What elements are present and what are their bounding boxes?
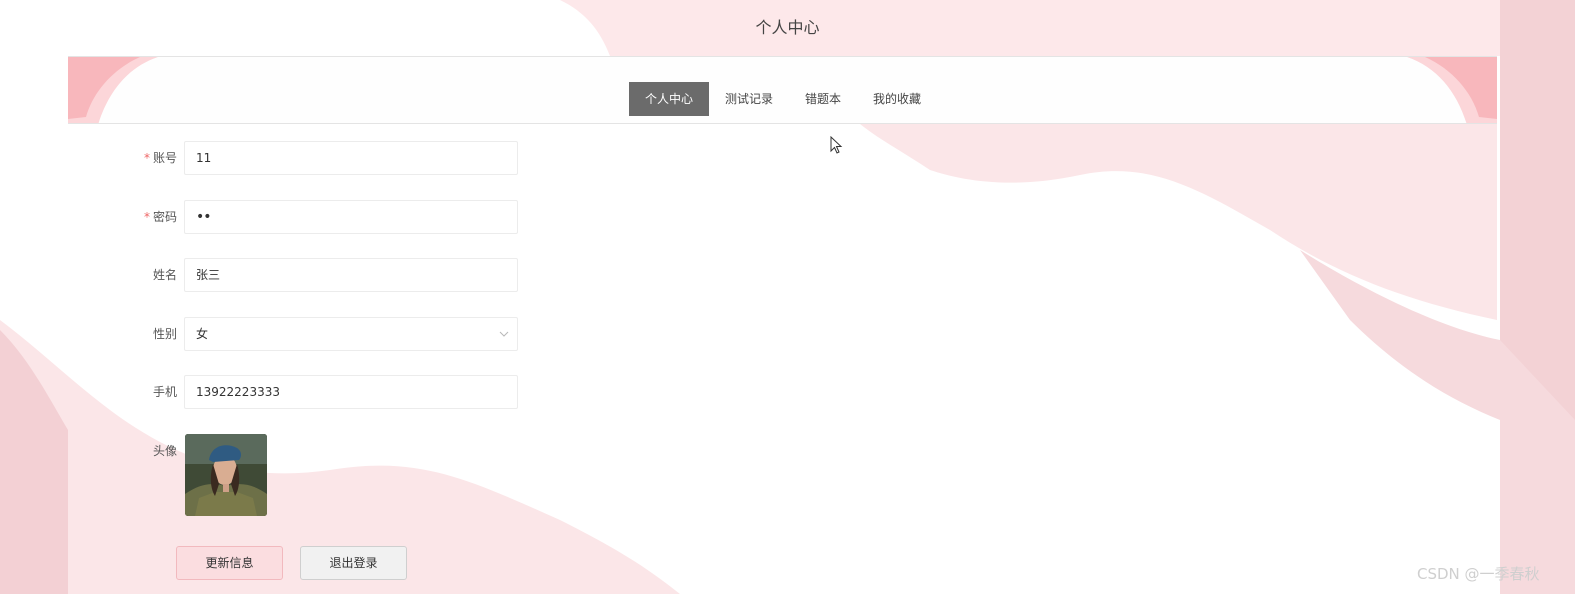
account-input[interactable]: 11 [184,141,518,175]
phone-row: 手机 13922223333 [100,375,520,409]
tab-test-records[interactable]: 测试记录 [709,82,789,116]
name-label: 姓名 [152,268,177,282]
corner-decoration-right [1407,57,1497,123]
avatar-portrait [185,434,267,516]
watermark: CSDN @一季春秋 [1417,565,1540,583]
phone-label: 手机 [152,385,177,399]
password-row: * 密码 •• [100,200,520,234]
logout-button[interactable]: 退出登录 [300,546,407,580]
update-info-button[interactable]: 更新信息 [176,546,283,580]
chevron-down-icon [499,331,509,337]
page-title: 个人中心 [755,18,820,37]
avatar-image[interactable] [185,434,267,516]
required-marker: * [143,210,150,224]
account-row: * 账号 11 [100,141,520,175]
mouse-cursor-icon [830,136,843,154]
gender-label: 性别 [152,327,177,341]
tab-bar: 个人中心 测试记录 错题本 我的收藏 [68,56,1497,124]
gender-value: 女 [196,327,209,341]
password-input[interactable]: •• [184,200,518,234]
corner-decoration-left [68,57,158,123]
gender-row: 性别 女 [100,317,520,351]
name-row: 姓名 张三 [100,258,520,292]
password-label: * 密码 [143,210,177,224]
gender-select[interactable]: 女 [184,317,518,351]
tab-profile[interactable]: 个人中心 [629,82,709,116]
avatar-row: 头像 [100,434,520,524]
tab-wrong-questions[interactable]: 错题本 [789,82,857,116]
page: 个人中心 个人中心 测试记录 错题本 我的收藏 * 账号 11 * 密码 •• … [0,0,1575,594]
tab-favorites[interactable]: 我的收藏 [857,82,937,116]
phone-input[interactable]: 13922223333 [184,375,518,409]
name-input[interactable]: 张三 [184,258,518,292]
required-marker: * [143,151,150,165]
tabs: 个人中心 测试记录 错题本 我的收藏 [629,82,937,116]
avatar-label: 头像 [152,444,177,458]
account-label: * 账号 [143,151,177,165]
